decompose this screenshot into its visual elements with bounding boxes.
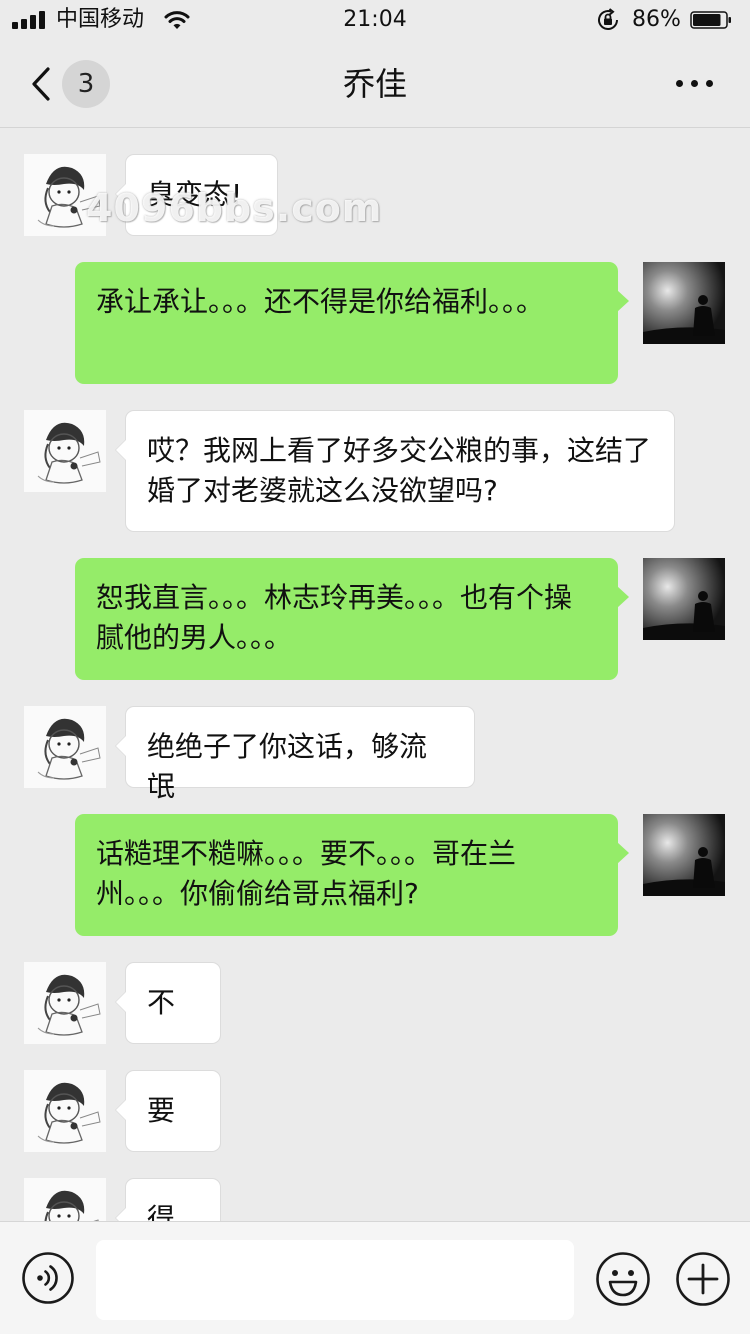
more-options-button[interactable] xyxy=(674,76,716,92)
message-bubble[interactable]: 得 xyxy=(115,1178,221,1221)
contact-avatar[interactable] xyxy=(24,1070,106,1152)
contact-avatar[interactable] xyxy=(24,154,106,236)
battery-icon xyxy=(690,11,732,29)
contact-avatar[interactable] xyxy=(24,410,106,492)
message-bubble[interactable]: 要 xyxy=(115,1070,221,1152)
girl-sketch-avatar-icon xyxy=(24,1178,106,1221)
plus-icon[interactable] xyxy=(675,1251,731,1307)
status-bar: 中国移动 21:04 86% xyxy=(0,0,750,40)
my-avatar[interactable] xyxy=(643,558,725,640)
contact-avatar[interactable] xyxy=(24,706,106,788)
girl-sketch-avatar-icon xyxy=(24,154,106,236)
my-avatar[interactable] xyxy=(643,262,725,344)
contact-avatar[interactable] xyxy=(24,962,106,1044)
battery-percent: 86% xyxy=(632,7,681,32)
girl-sketch-avatar-icon xyxy=(24,1070,106,1152)
chat-message-list[interactable]: 臭变态! 承让承让。。。还不得是你给福利。。。 哎？我网上看了好多交公粮的事，这… xyxy=(0,128,750,1221)
girl-sketch-avatar-icon xyxy=(24,410,106,492)
orientation-lock-icon xyxy=(598,8,618,30)
contact-avatar[interactable] xyxy=(24,1178,106,1221)
chat-title: 乔佳 xyxy=(342,65,407,103)
silhouette-avatar-icon xyxy=(643,262,725,344)
silhouette-avatar-icon xyxy=(643,814,725,896)
message-bubble[interactable]: 哎？我网上看了好多交公粮的事，这结了婚了对老婆就这么没欲望吗? xyxy=(115,410,675,532)
silhouette-avatar-icon xyxy=(643,558,725,640)
emoji-icon[interactable] xyxy=(595,1251,651,1307)
girl-sketch-avatar-icon xyxy=(24,706,106,788)
more-dots-icon xyxy=(676,80,683,87)
message-bubble[interactable]: 恕我直言。。。林志玲再美。。。也有个操腻他的男人。。。 xyxy=(75,558,629,680)
message-bubble[interactable]: 臭变态! xyxy=(115,154,278,236)
input-toolbar xyxy=(0,1221,750,1334)
message-bubble[interactable]: 话糙理不糙嘛。。。要不。。。哥在兰州。。。你偷偷给哥点福利? xyxy=(75,814,629,936)
message-bubble[interactable]: 不 xyxy=(115,962,221,1044)
message-bubble[interactable]: 绝绝子了你这话，够流氓 xyxy=(115,706,475,803)
message-bubble[interactable]: 承让承让。。。还不得是你给福利。。。 xyxy=(75,262,629,384)
girl-sketch-avatar-icon xyxy=(24,962,106,1044)
voice-icon[interactable] xyxy=(21,1251,75,1305)
message-input[interactable] xyxy=(96,1240,574,1320)
my-avatar[interactable] xyxy=(643,814,725,896)
nav-bar: 3 乔佳 xyxy=(0,40,750,128)
